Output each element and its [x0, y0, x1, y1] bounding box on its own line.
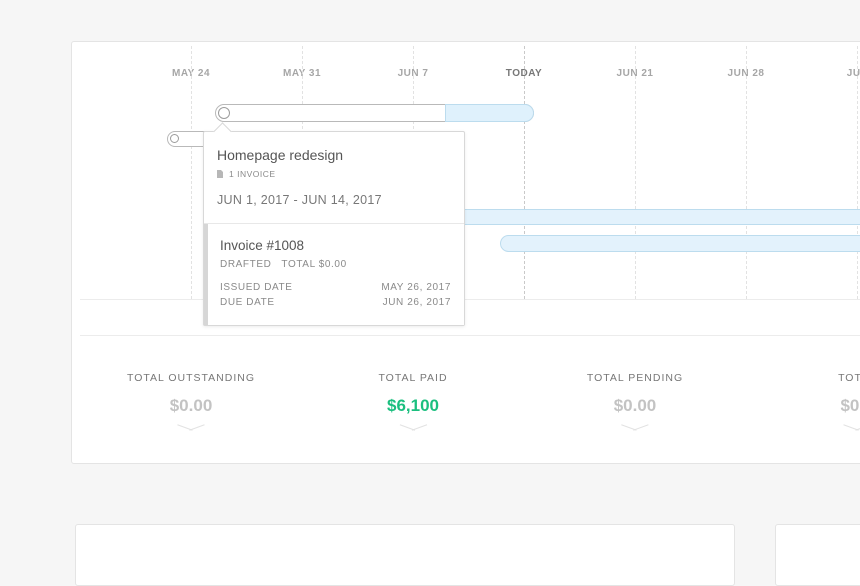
- invoice-issued-row: ISSUED DATE MAY 26, 2017: [220, 282, 451, 293]
- invoice-status-line: DRAFTED TOTAL $0.00: [220, 259, 357, 270]
- expand-chevron-icon[interactable]: [843, 424, 860, 432]
- popover-project-title: Homepage redesign: [217, 147, 344, 163]
- lower-panel-right: [775, 524, 860, 586]
- invoice-status-accent: [204, 224, 208, 325]
- issued-date-label: ISSUED DATE: [220, 282, 293, 293]
- expand-chevron-icon[interactable]: [399, 424, 427, 432]
- total-other-label: TOTAL: [838, 372, 860, 384]
- expand-chevron-icon[interactable]: [621, 424, 649, 432]
- popover-invoice-count: 1 INVOICE: [217, 169, 276, 179]
- total-other-value: $0.0: [840, 396, 860, 415]
- issued-date-value: MAY 26, 2017: [381, 282, 451, 293]
- total-paid-label: TOTAL PAID: [378, 372, 448, 384]
- total-outstanding-label: TOTAL OUTSTANDING: [126, 372, 256, 384]
- lower-panel-left: [75, 524, 735, 586]
- gridline: [746, 46, 747, 299]
- totals-divider: [80, 335, 860, 336]
- gridline: [635, 46, 636, 299]
- popover-date-range: JUN 1, 2017 - JUN 14, 2017: [217, 193, 382, 207]
- total-paid-value: $6,100: [387, 396, 439, 415]
- invoice-status: DRAFTED: [220, 259, 272, 270]
- due-date-label: DUE DATE: [220, 297, 275, 308]
- project-bar[interactable]: [500, 235, 860, 252]
- invoice-card[interactable]: Invoice #1008 DRAFTED TOTAL $0.00 ISSUED …: [204, 223, 464, 325]
- total-pending[interactable]: TOTAL PENDING $0.00: [587, 372, 683, 432]
- gridline: [191, 46, 192, 299]
- total-pending-value: $0.00: [613, 396, 657, 415]
- gridline: [857, 46, 858, 299]
- total-pending-label: TOTAL PENDING: [586, 372, 684, 384]
- total-outstanding-value: $0.00: [169, 396, 213, 415]
- total-other[interactable]: TOTAL $0.0: [838, 372, 860, 432]
- today-gridline: [524, 46, 525, 299]
- timeline-divider: [80, 299, 860, 300]
- expand-chevron-icon[interactable]: [177, 424, 205, 432]
- timeline-card: MAY 24 MAY 31 JUN 7 TODAY JUN 21 JUN 28 …: [71, 41, 860, 464]
- project-bar-remaining: [445, 104, 534, 122]
- project-popover: Homepage redesign 1 INVOICE JUN 1, 2017 …: [203, 122, 465, 326]
- project-bar[interactable]: [452, 209, 860, 225]
- total-paid[interactable]: TOTAL PAID $6,100: [378, 372, 447, 432]
- date-label-jul: JUL: [846, 68, 860, 79]
- timeline-knob-icon[interactable]: [170, 133, 179, 143]
- invoice-count-label: 1 INVOICE: [229, 169, 276, 179]
- project-bar-homepage-redesign[interactable]: [215, 104, 534, 122]
- due-date-value: JUN 26, 2017: [382, 297, 451, 308]
- timeline-knob-icon[interactable]: [218, 107, 230, 119]
- popover-caret: [213, 122, 232, 141]
- document-icon: [217, 170, 223, 178]
- invoice-total: TOTAL $0.00: [281, 259, 347, 270]
- total-outstanding[interactable]: TOTAL OUTSTANDING $0.00: [127, 372, 255, 432]
- invoice-title[interactable]: Invoice #1008: [220, 238, 304, 253]
- invoice-due-row: DUE DATE JUN 26, 2017: [220, 297, 451, 308]
